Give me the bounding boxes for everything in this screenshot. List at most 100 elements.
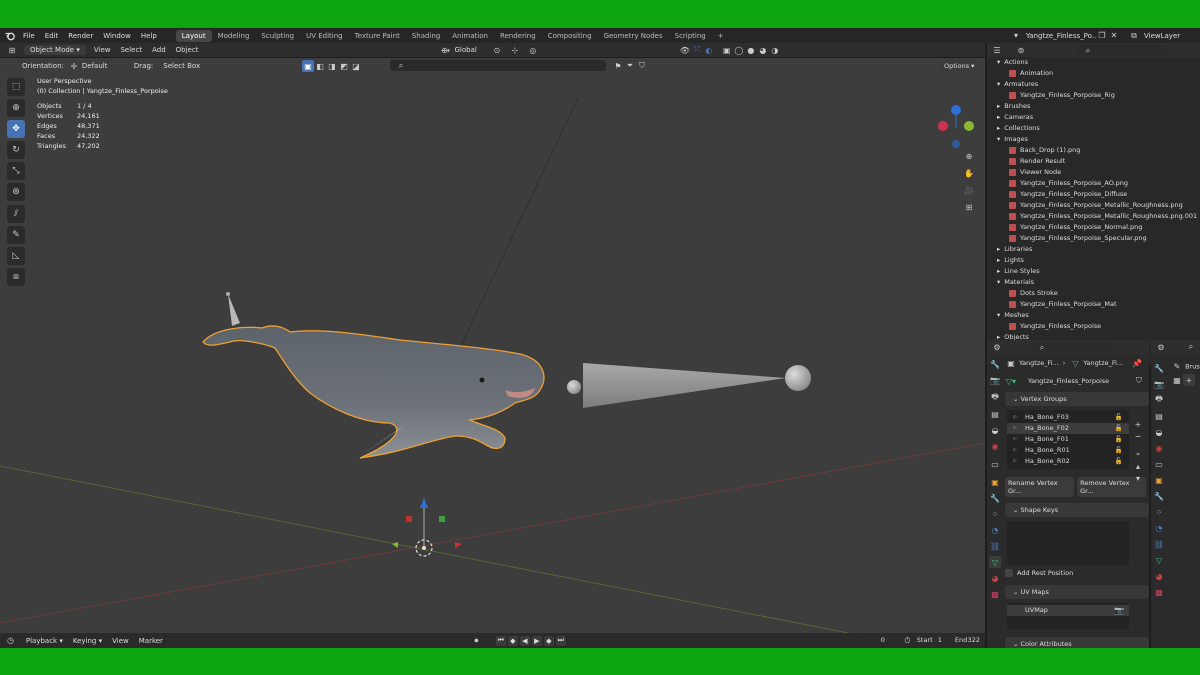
blender-logo-icon[interactable]	[4, 30, 16, 42]
transform-tool-icon[interactable]: ⊛	[7, 183, 25, 201]
gizmo-handle-red[interactable]	[406, 516, 412, 522]
gizmo-icon[interactable]: ⤧	[691, 44, 703, 56]
nav-gizmo-neg-z[interactable]	[952, 140, 960, 148]
tab-shading[interactable]: Shading	[406, 30, 446, 42]
pan-hand-icon[interactable]: ✋	[963, 167, 975, 179]
armature-tail-joint[interactable]	[226, 292, 230, 296]
view-layer-name[interactable]: ViewLayer	[1144, 32, 1180, 40]
outliner-item[interactable]: Yangtze_Finless_Porpoise_AO.png	[997, 178, 1200, 189]
options-dropdown[interactable]: Options ▾	[940, 60, 979, 71]
add-cube-tool-icon[interactable]: ⧈	[7, 268, 25, 286]
outliner-item[interactable]: Yangtze_Finless_Porpoise_Metallic_Roughn…	[997, 200, 1200, 211]
chevron-right-icon[interactable]: ▸	[997, 102, 1000, 110]
snap-icon[interactable]: ⊹	[509, 44, 521, 56]
armature-head-joint[interactable]	[567, 380, 581, 394]
add-rest-position-checkbox[interactable]	[1005, 569, 1013, 577]
view-layer-tab-icon[interactable]: ▤	[989, 408, 1001, 420]
rotate-tool-icon[interactable]: ↻	[7, 141, 25, 159]
outliner-item[interactable]: Yangtze_Finless_Porpoise_Metallic_Roughn…	[997, 211, 1200, 222]
timeline-view-menu[interactable]: View	[107, 637, 134, 645]
scale-tool-icon[interactable]: ⤡	[7, 162, 25, 180]
add-menu[interactable]: Add	[147, 46, 171, 54]
world-tab-icon[interactable]: ◉	[989, 440, 1001, 452]
chevron-down-icon[interactable]: ▾	[997, 311, 1000, 319]
tab-scripting[interactable]: Scripting	[669, 30, 712, 42]
outliner-category[interactable]: ▾ Images	[997, 134, 1200, 145]
new-scene-icon[interactable]: ❐	[1096, 30, 1108, 42]
visibility-icon[interactable]: 👁	[679, 44, 691, 56]
select-tool-icon[interactable]: ⬚	[7, 78, 25, 96]
tool-tab-icon[interactable]: 🔧	[989, 358, 1001, 370]
secondary-object-tab-icon[interactable]: ▣	[1153, 474, 1165, 486]
porpoise-mesh[interactable]	[202, 325, 545, 459]
outliner-item[interactable]: Dots Stroke	[997, 288, 1200, 299]
lock-icon[interactable]: 🔓	[1115, 445, 1123, 456]
object-tab-icon[interactable]: ▣	[989, 476, 1001, 488]
shading-solid-icon[interactable]: ●	[745, 44, 757, 56]
move-down-icon[interactable]: ▾	[1132, 472, 1144, 484]
vertex-group-row[interactable]: ⁘ Ha_Bone_R02 🔓	[1007, 456, 1129, 467]
keying-menu[interactable]: Keying ▾	[68, 637, 107, 645]
gizmo-arrow-y[interactable]	[392, 542, 398, 548]
chevron-right-icon[interactable]: ▸	[997, 256, 1000, 264]
menu-render[interactable]: Render	[63, 32, 98, 40]
clock-icon[interactable]: ⏱	[903, 635, 912, 647]
mesh-name-field[interactable]: Yangtze_Finless_Porpoise	[1023, 375, 1133, 387]
vertex-groups-header[interactable]: ⌄ Vertex Groups	[1005, 392, 1149, 406]
chevron-right-icon[interactable]: ▸	[997, 267, 1000, 275]
uv-maps-list[interactable]: UVMap 📷	[1007, 603, 1129, 629]
armature-tip-joint[interactable]	[785, 365, 811, 391]
vertex-group-row[interactable]: ⁘ Ha_Bone_F01 🔓	[1007, 434, 1129, 445]
pivot-icon[interactable]: ⊙	[491, 44, 503, 56]
xray-icon[interactable]: ▣	[721, 44, 733, 56]
secondary-search-icon[interactable]: ⌕	[1185, 341, 1197, 353]
nav-gizmo-neg-y[interactable]	[938, 121, 948, 131]
outliner-item[interactable]: Yangtze_Finless_Porpoise_Rig	[997, 90, 1200, 101]
fake-user-icon[interactable]: ⛉	[1133, 375, 1145, 387]
menu-file[interactable]: File	[18, 32, 40, 40]
menu-edit[interactable]: Edit	[40, 32, 64, 40]
outliner-editor-icon[interactable]: ☰	[991, 44, 1003, 56]
rename-vertex-group-button[interactable]: Rename Vertex Gr...	[1005, 477, 1075, 497]
scene-icon[interactable]: ▾	[1010, 30, 1022, 42]
current-frame-field[interactable]: 0	[866, 635, 899, 646]
outliner-item[interactable]: Yangtze_Finless_Porpoise	[997, 321, 1200, 332]
outliner-category[interactable]: ▸ Libraries	[997, 244, 1200, 255]
secondary-editor-icon[interactable]: ⚙	[1155, 341, 1167, 353]
tab-uv-editing[interactable]: UV Editing	[300, 30, 349, 42]
mesh-browse-icon[interactable]: ▽▾	[1005, 375, 1017, 387]
outliner-category[interactable]: ▸ Line Styles	[997, 266, 1200, 277]
viewport-search-field[interactable]: ⌕	[390, 60, 606, 71]
secondary-texture-tab-icon[interactable]: ▩	[1153, 586, 1165, 598]
lock-icon[interactable]: 🔓	[1115, 456, 1123, 467]
tab-rendering[interactable]: Rendering	[494, 30, 542, 42]
secondary-particles-tab-icon[interactable]: ⁘	[1153, 506, 1165, 518]
outliner-item[interactable]: Yangtze_Finless_Porpoise_Specular.png	[997, 233, 1200, 244]
bookmark-icon[interactable]: ⚑	[612, 60, 624, 72]
tab-texture-paint[interactable]: Texture Paint	[349, 30, 406, 42]
lock-icon[interactable]: 🔓	[1115, 434, 1123, 445]
outliner-category[interactable]: ▸ Collections	[997, 123, 1200, 134]
output-tab-icon[interactable]: 🖶	[989, 392, 1001, 404]
grid-view-icon[interactable]: ⊞	[963, 201, 975, 213]
jump-start-icon[interactable]: ⏮	[495, 635, 506, 646]
outliner-item[interactable]: Yangtze_Finless_Porpoise_Normal.png	[997, 222, 1200, 233]
outliner-category[interactable]: ▾ Meshes	[997, 310, 1200, 321]
uv-maps-header[interactable]: ⌄ UV Maps	[1005, 585, 1149, 599]
vertex-group-row[interactable]: ⁘ Ha_Bone_F03 🔓	[1007, 412, 1129, 423]
chevron-right-icon[interactable]: ▸	[997, 245, 1000, 253]
pin-icon[interactable]: 📌	[1131, 357, 1143, 369]
end-frame-field[interactable]: End 322	[949, 635, 985, 646]
chevron-down-icon[interactable]: ▾	[997, 58, 1000, 66]
shield-icon[interactable]: ⛉	[636, 60, 648, 72]
select-mode-intersect-icon[interactable]: ◪	[350, 60, 362, 72]
object-menu[interactable]: Object	[171, 46, 204, 54]
tab-geometry-nodes[interactable]: Geometry Nodes	[598, 30, 669, 42]
play-icon[interactable]: ▶	[531, 635, 542, 646]
secondary-output-tab-icon[interactable]: 🖶	[1153, 394, 1165, 406]
select-mode-new-icon[interactable]: ▣	[302, 60, 314, 72]
outliner-search-field[interactable]: ⌕	[1077, 45, 1167, 55]
marker-menu[interactable]: Marker	[134, 637, 168, 645]
measure-tool-icon[interactable]: ◺	[7, 247, 25, 265]
proportional-edit-icon[interactable]: ◎	[527, 44, 539, 56]
